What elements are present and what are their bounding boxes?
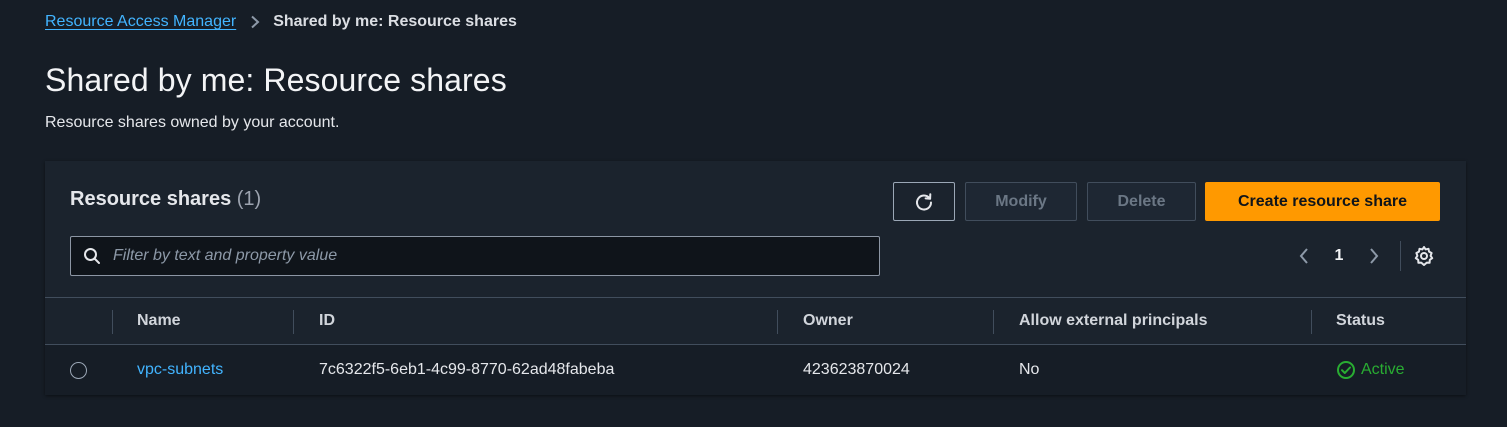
filter-search-box [70,236,880,276]
search-icon [83,247,101,265]
chevron-left-icon [1298,247,1310,265]
pagination-divider [1400,241,1401,271]
breadcrumb: Resource Access Manager Shared by me: Re… [45,13,517,31]
breadcrumb-current: Shared by me: Resource shares [273,13,517,30]
container-title-text: Resource shares [70,188,232,210]
next-page-button[interactable] [1363,242,1385,270]
delete-button[interactable]: Delete [1087,182,1196,221]
column-separator [993,310,994,334]
breadcrumb-link-resource-access-manager[interactable]: Resource Access Manager [45,13,236,31]
modify-button[interactable]: Modify [965,182,1077,221]
resource-share-name-link[interactable]: vpc-subnets [137,345,223,395]
column-header-status[interactable]: Status [1336,298,1385,344]
container-title: Resource shares (1) [70,188,261,211]
row-select-radio[interactable] [70,362,87,379]
page-title: Shared by me: Resource shares [45,62,507,98]
gear-icon [1413,245,1435,267]
table-preferences-button[interactable] [1411,243,1437,269]
refresh-icon [914,192,934,212]
column-separator [1311,310,1312,334]
column-separator [777,310,778,334]
resource-count: (1) [236,188,262,210]
filter-search-input[interactable] [101,237,879,275]
column-header-name[interactable]: Name [137,298,181,344]
page-description: Resource shares owned by your account. [45,114,340,131]
refresh-button[interactable] [893,182,955,221]
column-separator [293,310,294,334]
check-circle-icon [1336,360,1361,380]
chevron-right-icon [250,15,260,29]
allow-external-principals-value: No [1019,361,1040,378]
table-header: Name ID Owner Allow external principals … [45,297,1466,345]
chevron-right-icon [1368,247,1380,265]
page-number-current[interactable]: 1 [1327,242,1351,270]
previous-page-button[interactable] [1293,242,1315,270]
column-header-allow-external-principals[interactable]: Allow external principals [1019,298,1208,344]
status-badge: Active [1336,345,1405,395]
column-separator [112,310,113,334]
resource-shares-container: Resource shares (1) Modify Delete Create… [45,161,1466,395]
container-header: Resource shares (1) Modify Delete Create… [45,161,1466,297]
create-resource-share-button[interactable]: Create resource share [1205,182,1440,221]
resource-share-owner: 423623870024 [803,361,910,378]
column-header-owner[interactable]: Owner [803,298,853,344]
status-text: Active [1361,361,1405,378]
resource-share-id: 7c6322f5-6eb1-4c99-8770-62ad48fabeba [319,361,615,378]
table-row[interactable]: vpc-subnets 7c6322f5-6eb1-4c99-8770-62ad… [45,345,1466,395]
column-header-id[interactable]: ID [319,298,335,344]
